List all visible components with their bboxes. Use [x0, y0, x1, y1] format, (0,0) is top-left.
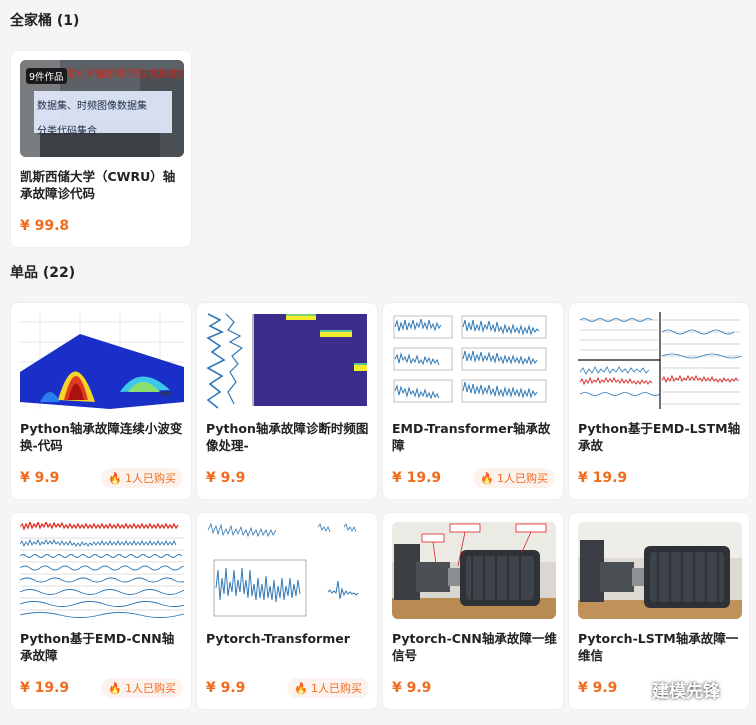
- product-price: ¥ 19.9: [578, 470, 628, 486]
- bundle-overlay-line-2: 分类代码集合: [37, 126, 97, 137]
- motor-rig-image: [578, 522, 742, 619]
- product-card[interactable]: EMD-Transformer轴承故障 ¥ 19.9 🔥 1人已购买: [382, 302, 564, 500]
- emd-imf-image: [392, 312, 556, 409]
- product-thumbnail[interactable]: [206, 312, 370, 409]
- buyers-badge: 🔥 1人已购买: [101, 678, 183, 698]
- product-card[interactable]: Python轴承故障诊断时频图像处理- ¥ 9.9: [196, 302, 378, 500]
- flame-icon: 🔥: [480, 472, 494, 485]
- emd-multipanel-image: [578, 312, 742, 409]
- product-price: ¥ 19.9: [20, 680, 70, 696]
- product-card[interactable]: Python基于EMD-CNN轴承故障 ¥ 19.9 🔥 1人已购买: [10, 512, 192, 710]
- buyers-badge: 🔥 1人已购买: [473, 468, 555, 488]
- bundle-thumbnail[interactable]: 凯斯西储大学轴承故障数据集使用教程 9件作品 数据集、时频图像数据集 分类代码集…: [20, 60, 184, 157]
- watermark: 建模先锋: [622, 677, 720, 702]
- product-title[interactable]: Python基于EMD-LSTM轴承故: [578, 420, 744, 454]
- product-title[interactable]: Pytorch-Transformer: [206, 630, 372, 647]
- product-thumbnail[interactable]: [206, 522, 370, 619]
- product-thumbnail[interactable]: 900: [20, 312, 184, 409]
- product-price: ¥ 19.9: [392, 470, 442, 486]
- product-thumbnail[interactable]: [578, 522, 742, 619]
- product-thumbnail[interactable]: [392, 522, 556, 619]
- wechat-icon: [622, 680, 646, 698]
- emd-stacked-image: [20, 522, 184, 619]
- product-title[interactable]: Pytorch-CNN轴承故障一维信号: [392, 630, 558, 664]
- flame-icon: 🔥: [108, 472, 122, 485]
- motor-rig-labeled-image: [392, 522, 556, 619]
- wavelet-surface-image: 900: [20, 312, 184, 409]
- bundle-card[interactable]: 凯斯西储大学轴承故障数据集使用教程 9件作品 数据集、时频图像数据集 分类代码集…: [10, 50, 192, 248]
- product-price: ¥ 9.9: [206, 680, 246, 696]
- svg-text:900: 900: [160, 391, 172, 398]
- buyers-count: 1人已购买: [125, 682, 176, 695]
- buyers-badge: 🔥 1人已购买: [101, 468, 183, 488]
- product-thumbnail[interactable]: [20, 522, 184, 619]
- product-title[interactable]: Python轴承故障连续小波变换-代码: [20, 420, 186, 454]
- bundle-badge: 9件作品: [26, 68, 67, 84]
- bundle-title[interactable]: 凯斯西储大学（CWRU）轴承故障诊代码: [20, 168, 186, 202]
- buyers-count: 1人已购买: [497, 472, 548, 485]
- watermark-text: 建模先锋: [652, 682, 720, 702]
- buyers-count: 1人已购买: [125, 472, 176, 485]
- buyers-badge: 🔥 1人已购买: [287, 678, 369, 698]
- product-price: ¥ 9.9: [20, 470, 60, 486]
- product-thumbnail[interactable]: [578, 312, 742, 409]
- buyers-count: 1人已购买: [311, 682, 362, 695]
- product-card[interactable]: Pytorch-Transformer ¥ 9.9 🔥 1人已购买: [196, 512, 378, 710]
- spectrogram-image: [206, 312, 370, 409]
- product-title[interactable]: Python轴承故障诊断时频图像处理-: [206, 420, 372, 454]
- product-card[interactable]: 900 Python轴承故障连续小波变换-代码 ¥ 9.9 🔥 1人已购买: [10, 302, 192, 500]
- section-title-bundle: 全家桶 (1): [10, 13, 80, 29]
- product-card[interactable]: Python基于EMD-LSTM轴承故 ¥ 19.9: [568, 302, 750, 500]
- section-title-singles: 单品 (22): [10, 265, 76, 281]
- product-title[interactable]: Python基于EMD-CNN轴承故障: [20, 630, 186, 664]
- vibration-signal-image: [206, 522, 370, 619]
- product-price: ¥ 9.9: [578, 680, 618, 696]
- bundle-overlay-line-1: 数据集、时频图像数据集: [37, 101, 147, 112]
- flame-icon: 🔥: [108, 682, 122, 695]
- bundle-price: ¥ 99.8: [20, 218, 70, 234]
- product-title[interactable]: EMD-Transformer轴承故障: [392, 420, 558, 454]
- product-title[interactable]: Pytorch-LSTM轴承故障一维信: [578, 630, 744, 664]
- product-price: ¥ 9.9: [392, 680, 432, 696]
- product-price: ¥ 9.9: [206, 470, 246, 486]
- product-thumbnail[interactable]: [392, 312, 556, 409]
- product-card[interactable]: Pytorch-CNN轴承故障一维信号 ¥ 9.9: [382, 512, 564, 710]
- flame-icon: 🔥: [294, 682, 308, 695]
